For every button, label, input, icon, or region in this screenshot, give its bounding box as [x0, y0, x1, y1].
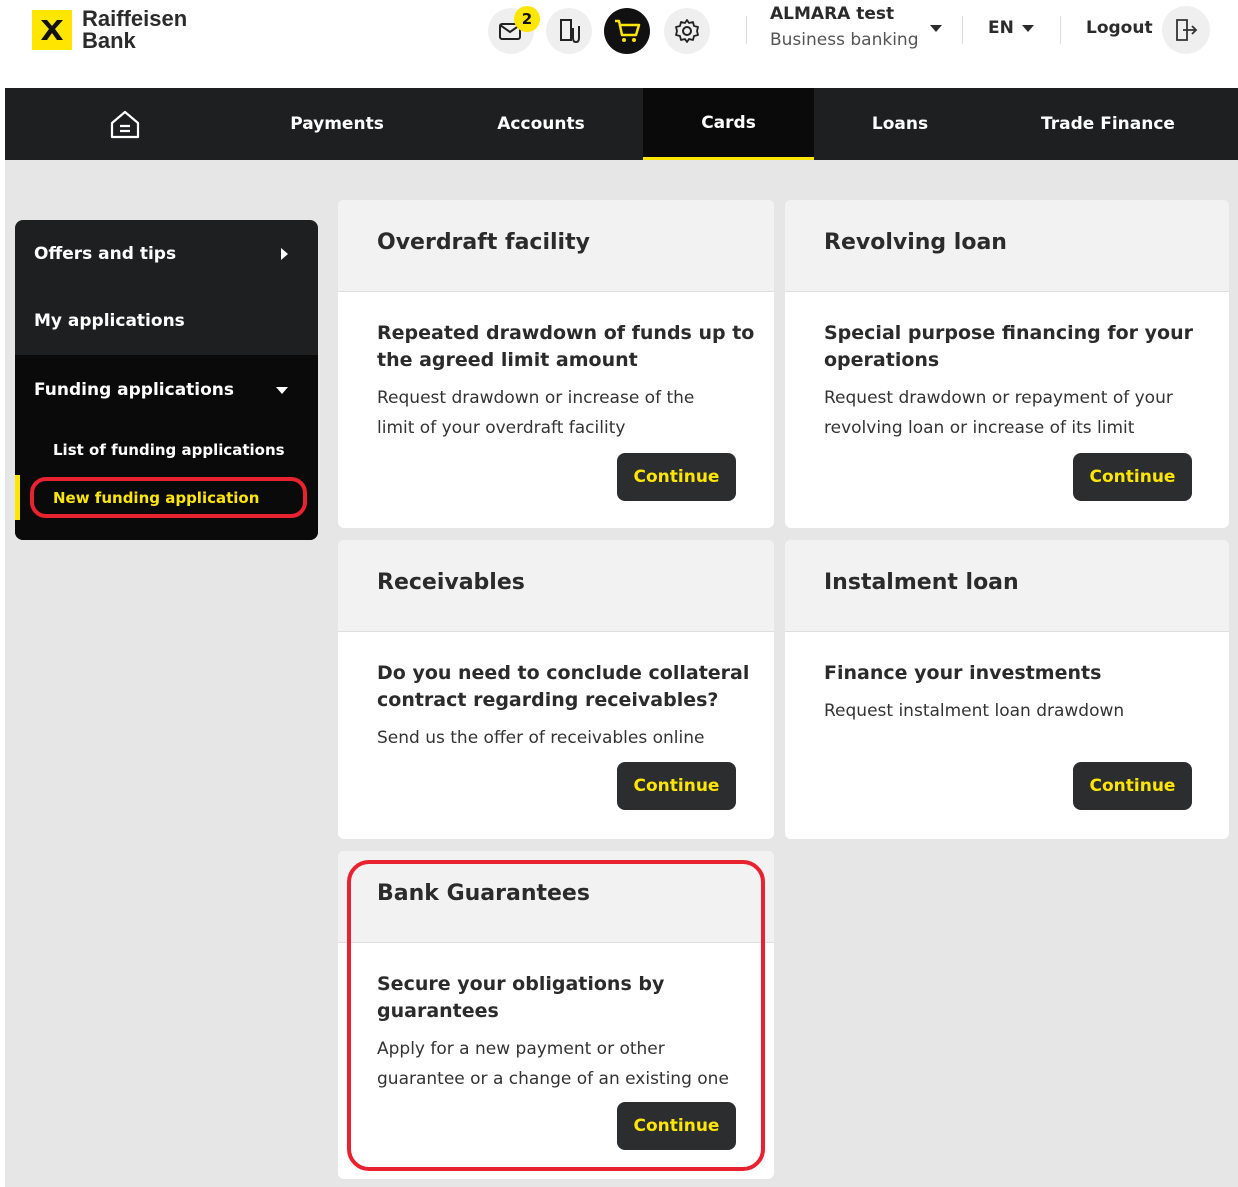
- logout-button[interactable]: [1162, 6, 1210, 54]
- sidebar-item-offers[interactable]: Offers and tips: [15, 220, 318, 287]
- card-revolving-loan: Revolving loan Special purpose financing…: [785, 200, 1229, 528]
- language-selector[interactable]: EN: [988, 18, 1034, 38]
- card-overdraft-facility: Overdraft facility Repeated drawdown of …: [338, 200, 774, 528]
- card-title: Instalment loan: [785, 540, 1229, 632]
- sidebar-item-funding-applications[interactable]: Funding applications: [15, 355, 318, 425]
- sidebar-footer: [15, 520, 318, 540]
- card-instalment-loan: Instalment loan Finance your investments…: [785, 540, 1229, 839]
- settings-button[interactable]: [664, 8, 710, 54]
- language-chevron-icon: [1021, 24, 1034, 32]
- documents-button[interactable]: [546, 8, 592, 54]
- chevron-down-icon: [276, 386, 288, 394]
- nav-loans[interactable]: Loans: [814, 88, 986, 160]
- sidebar-item-my-applications[interactable]: My applications: [15, 287, 318, 355]
- card-subtitle: Secure your obligations by guarantees: [377, 973, 665, 1022]
- user-switcher[interactable]: ALMARA test Business banking: [770, 4, 918, 50]
- top-header: Raiffeisen Bank 2 ALMARA test Business b…: [0, 0, 1238, 88]
- card-title: Revolving loan: [785, 200, 1229, 292]
- nav-home[interactable]: [5, 88, 245, 160]
- mail-button[interactable]: 2: [488, 6, 540, 54]
- sidebar-item-label: Offers and tips: [34, 243, 177, 264]
- main-navigation: Payments Accounts Cards Loans Trade Fina…: [5, 88, 1238, 160]
- cart-icon: [615, 19, 641, 42]
- mail-badge: 2: [514, 6, 540, 32]
- sidebar-item-label: My applications: [34, 311, 185, 331]
- continue-button[interactable]: Continue: [1073, 762, 1192, 810]
- sidebar-subitem-new-funding[interactable]: New funding application: [15, 475, 318, 520]
- sidebar-subitem-list-of-funding[interactable]: List of funding applications: [15, 425, 318, 475]
- card-description: Send us the offer of receivables online: [377, 728, 705, 748]
- card-description: Request instalment loan drawdown: [824, 701, 1125, 721]
- logout-link[interactable]: Logout: [1086, 18, 1153, 38]
- card-title: Receivables: [338, 540, 774, 632]
- continue-button[interactable]: Continue: [617, 1102, 736, 1150]
- card-bank-guarantees: Bank Guarantees Secure your obligations …: [338, 851, 774, 1179]
- sidebar: Offers and tips My applications Funding …: [15, 220, 318, 540]
- user-dropdown-chevron-icon[interactable]: [930, 25, 942, 32]
- user-subtitle: Business banking: [770, 30, 919, 50]
- logout-icon: [1176, 19, 1198, 41]
- brand-line1: Raiffeisen: [82, 6, 188, 31]
- user-name: ALMARA test: [770, 4, 895, 24]
- continue-button[interactable]: Continue: [617, 453, 736, 501]
- language-label: EN: [988, 18, 1014, 38]
- card-title: Bank Guarantees: [338, 851, 774, 943]
- gear-icon: [675, 19, 699, 43]
- card-description: Request drawdown or repayment of your re…: [824, 388, 1173, 438]
- card-subtitle: Special purpose financing for your opera…: [824, 322, 1193, 371]
- card-description: Request drawdown or increase of the limi…: [377, 388, 695, 438]
- brand-line2: Bank: [82, 28, 136, 53]
- header-divider: [962, 16, 963, 44]
- card-receivables: Receivables Do you need to conclude coll…: [338, 540, 774, 839]
- sidebar-item-label: Funding applications: [34, 380, 235, 400]
- header-divider: [746, 16, 747, 44]
- chevron-right-icon: [281, 247, 288, 260]
- nav-cards[interactable]: Cards: [643, 88, 814, 160]
- continue-button[interactable]: Continue: [1073, 453, 1192, 501]
- raiffeisen-logo[interactable]: Raiffeisen Bank: [32, 8, 187, 52]
- card-title: Overdraft facility: [338, 200, 774, 292]
- cart-button[interactable]: [604, 8, 650, 54]
- document-attachment-icon: [560, 19, 580, 44]
- card-subtitle: Do you need to conclude collateral contr…: [377, 662, 750, 711]
- nav-accounts[interactable]: Accounts: [429, 88, 653, 160]
- card-description: Apply for a new payment or other guarant…: [377, 1039, 729, 1089]
- header-divider: [1060, 16, 1061, 44]
- card-subtitle: Finance your investments: [824, 662, 1102, 684]
- continue-button[interactable]: Continue: [617, 762, 736, 810]
- card-subtitle: Repeated drawdown of funds up to the agr…: [377, 322, 755, 371]
- nav-payments[interactable]: Payments: [245, 88, 429, 160]
- nav-trade-finance[interactable]: Trade Finance: [986, 88, 1230, 160]
- home-icon: [110, 110, 140, 139]
- logo-cross-icon: [32, 10, 72, 50]
